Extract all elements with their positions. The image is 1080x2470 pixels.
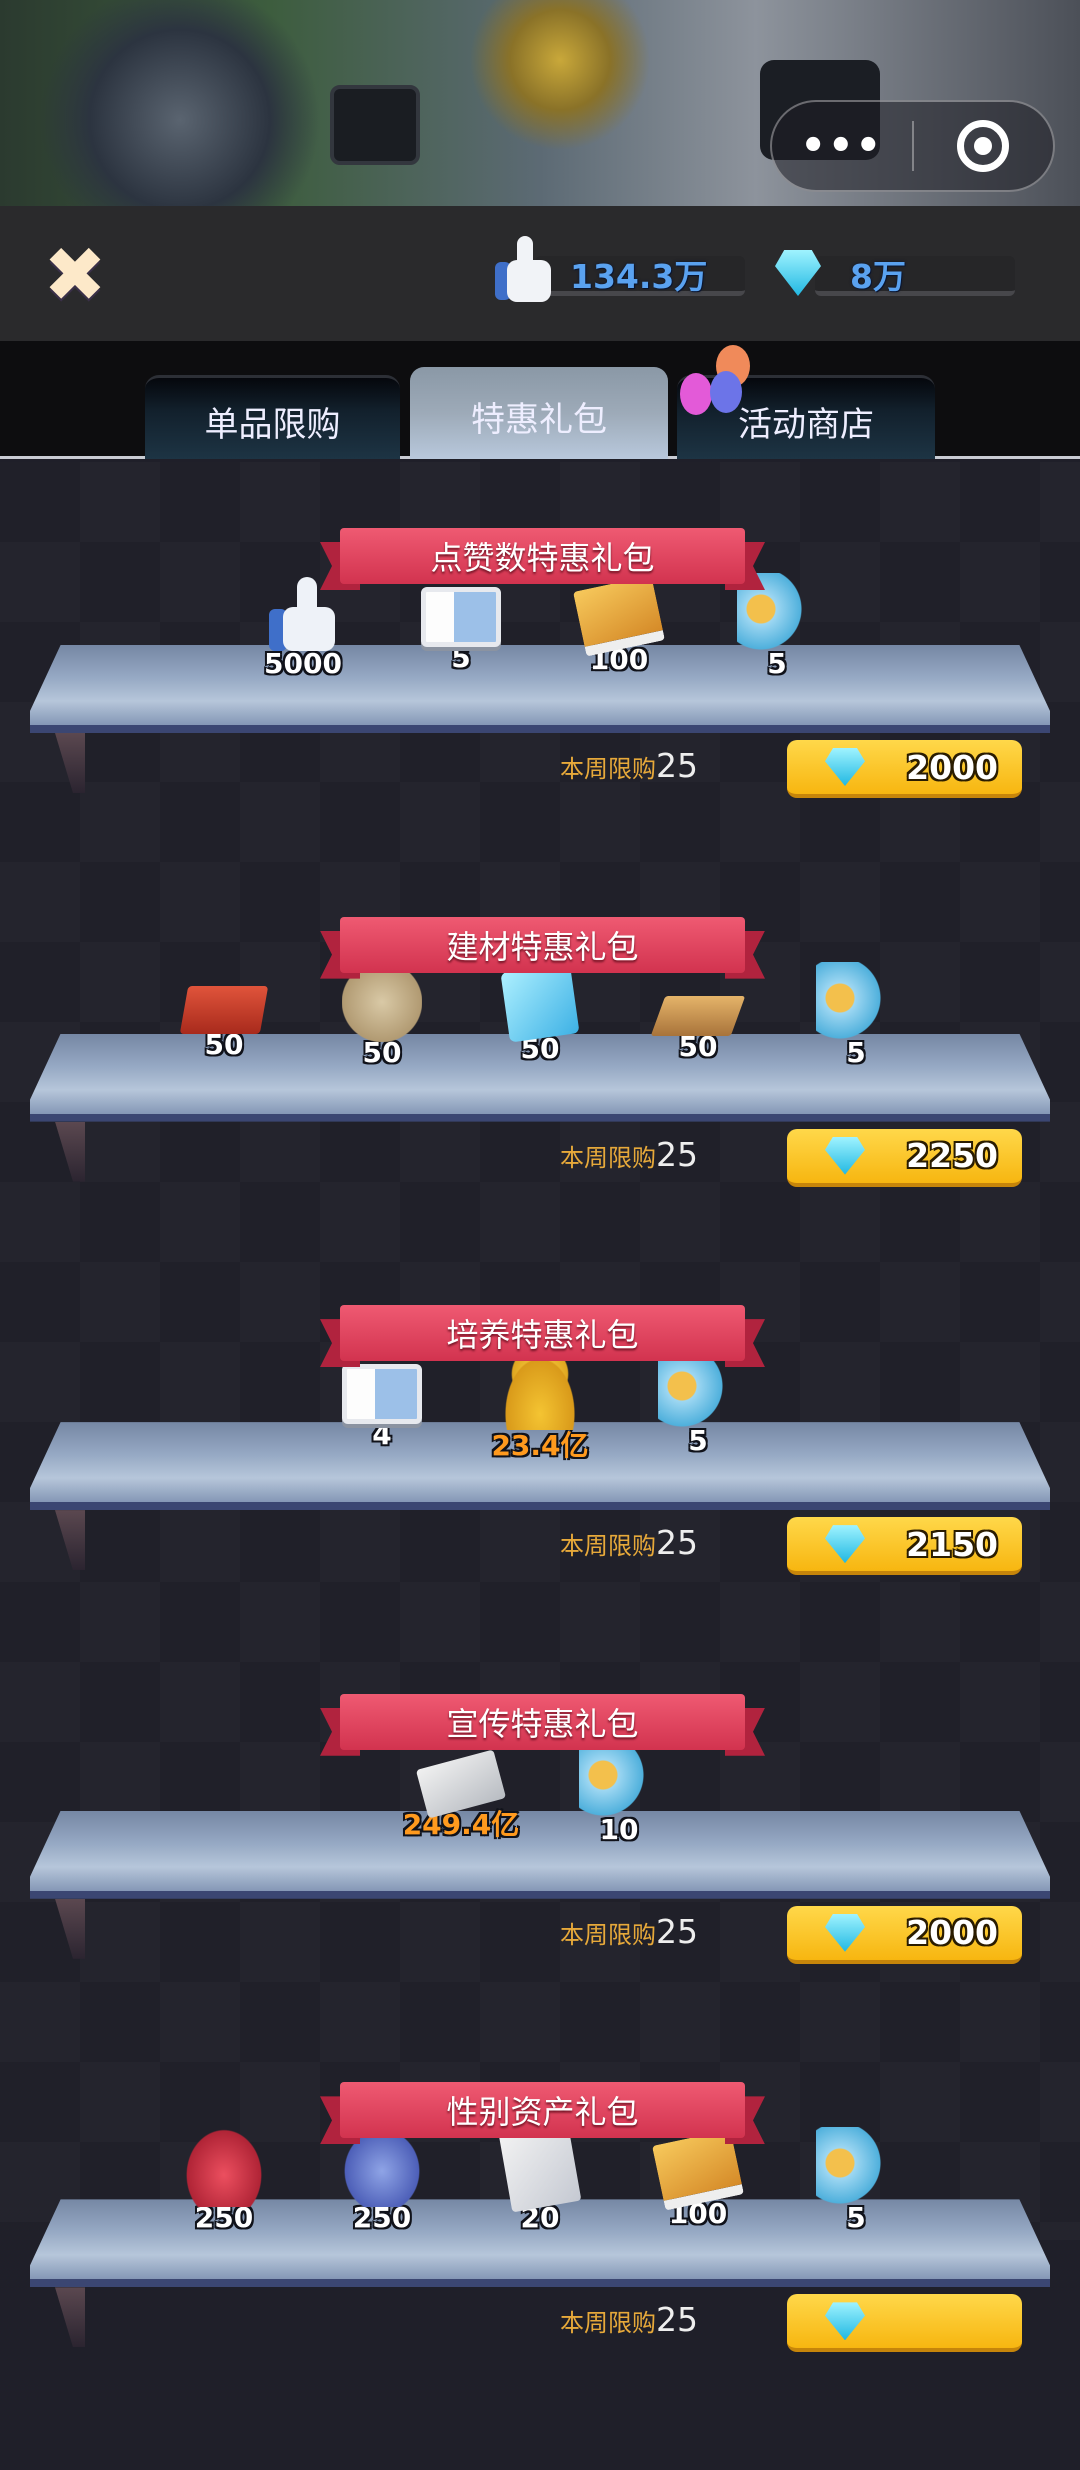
mini-program-capsule: ••• <box>770 100 1055 192</box>
pack-item: 5 <box>777 961 935 1082</box>
pack-item: 50 <box>461 962 619 1082</box>
shelf-leg <box>55 1898 85 1959</box>
buy-button[interactable]: 2150 <box>787 1517 1022 1576</box>
buy-button[interactable]: 2000 <box>787 1905 1022 1964</box>
pack-title: 点赞数特惠礼包 <box>340 528 745 584</box>
pack-title-ribbon: 点赞数特惠礼包 <box>320 528 765 590</box>
buy-button[interactable] <box>787 2294 1022 2353</box>
weekly-limit: 本周限购 25 <box>560 1523 698 1562</box>
shelf-leg <box>55 2287 85 2348</box>
pack-items: 5000 5 100 5 <box>0 573 1080 693</box>
pack-card: 培养特惠礼包 4 23.4亿 5 本周限购 25 2150 <box>0 1305 1080 1693</box>
thumbs-up-icon <box>495 236 557 302</box>
diamond-icon <box>825 2302 865 2341</box>
pack-item: 249.4亿 <box>382 1739 540 1859</box>
megaphone-icon <box>816 2127 896 2208</box>
pack-items: 50 50 50 50 5 <box>0 961 1080 1082</box>
weekly-limit: 本周限购 25 <box>560 746 698 785</box>
diamond-icon <box>825 1136 865 1175</box>
pack-item: 100 <box>540 573 698 693</box>
pack-item: 20 <box>461 2121 619 2247</box>
buy-button[interactable]: 2000 <box>787 740 1022 798</box>
shelf-leg <box>55 733 85 793</box>
pack-card: 宣传特惠礼包 249.4亿 10 本周限购 25 2000 <box>0 1693 1080 2082</box>
bricks-icon <box>179 985 269 1034</box>
pack-item: 250 <box>145 2127 303 2247</box>
pack-item: 4 <box>303 1350 461 1470</box>
weekly-limit-label: 本周限购 <box>560 2309 656 2338</box>
pack-item: 5 <box>698 573 856 693</box>
close-button[interactable]: ✖ <box>40 237 110 313</box>
id-card-icon <box>421 587 501 647</box>
diamond-icon <box>825 1525 865 1564</box>
pack-item: 10 <box>540 1738 698 1859</box>
pack-items: 249.4亿 10 <box>0 1738 1080 1859</box>
price-value: 2000 <box>906 1913 998 1953</box>
buy-button[interactable]: 2250 <box>787 1128 1022 1187</box>
pack-card: 性别资产礼包 250 250 20 100 5 本周限购 25 <box>0 2082 1080 2470</box>
pack-item: 5 <box>382 573 540 693</box>
price-value: 2000 <box>906 747 998 787</box>
pack-items: 250 250 20 100 5 <box>0 2121 1080 2247</box>
pack-card: 点赞数特惠礼包 5000 5 100 5 本周限购 25 2000 <box>0 528 1080 916</box>
weekly-limit-value: 25 <box>656 2300 698 2340</box>
tab-bar: 单品限购 特惠礼包 活动商店 <box>0 341 1080 459</box>
likes-value: 134.3万 <box>570 257 708 296</box>
scene-object <box>330 85 420 165</box>
item-quantity: 23.4亿 <box>491 1429 589 1463</box>
id-card-icon <box>342 1364 422 1425</box>
weekly-limit: 本周限购 25 <box>560 2300 698 2339</box>
purse-icon <box>184 2127 264 2208</box>
pack-title: 建材特惠礼包 <box>340 916 745 973</box>
weekly-limit: 本周限购 25 <box>560 1135 698 1174</box>
balloons-icon <box>680 345 760 425</box>
pack-item: 100 <box>619 2127 777 2247</box>
weekly-limit-label: 本周限购 <box>560 1532 656 1561</box>
diamond-icon <box>825 748 865 786</box>
pack-item: 50 <box>619 962 777 1082</box>
weekly-limit-value: 25 <box>656 1911 698 1951</box>
megaphone-icon <box>816 961 896 1042</box>
pack-item: 5000 <box>224 573 382 693</box>
target-icon <box>957 120 1010 172</box>
pack-title-ribbon: 宣传特惠礼包 <box>320 1693 765 1756</box>
pack-list[interactable]: 点赞数特惠礼包 5000 5 100 5 本周限购 25 2000 建材特惠礼包 <box>0 462 1080 2353</box>
pack-item: 5 <box>777 2127 935 2247</box>
pack-title-ribbon: 培养特惠礼包 <box>320 1305 765 1368</box>
weekly-limit-label: 本周限购 <box>560 1920 656 1949</box>
weekly-limit-value: 25 <box>656 1134 698 1174</box>
price-value: 2250 <box>906 1136 998 1176</box>
tab-single-item[interactable]: 单品限购 <box>145 375 400 459</box>
pack-title-ribbon: 建材特惠礼包 <box>320 916 765 979</box>
pack-item: 50 <box>145 962 303 1082</box>
shelf-leg <box>55 1121 85 1182</box>
pack-item: 50 <box>303 961 461 1082</box>
weekly-limit: 本周限购 25 <box>560 1912 698 1951</box>
more-menu-button[interactable]: ••• <box>772 126 912 166</box>
diamonds-counter: 8万 <box>775 248 1015 300</box>
weekly-limit-label: 本周限购 <box>560 1143 656 1172</box>
pack-item: 250 <box>303 2127 461 2247</box>
wood-planks-icon <box>650 995 746 1036</box>
pack-item: 5 <box>619 1350 777 1470</box>
diamond-icon <box>825 1913 865 1952</box>
pack-title: 性别资产礼包 <box>340 2082 745 2139</box>
likes-counter: 134.3万 <box>495 236 745 302</box>
shelf-leg <box>55 1510 85 1571</box>
pack-title-ribbon: 性别资产礼包 <box>320 2082 765 2145</box>
weekly-limit-value: 25 <box>656 1523 698 1563</box>
pack-item: 23.4亿 <box>461 1350 619 1470</box>
tab-special-packs[interactable]: 特惠礼包 <box>410 367 668 459</box>
pack-title: 宣传特惠礼包 <box>340 1693 745 1750</box>
diamonds-value: 8万 <box>850 257 906 296</box>
pack-title: 培养特惠礼包 <box>340 1305 745 1362</box>
weekly-limit-label: 本周限购 <box>560 755 656 783</box>
weekly-limit-value: 25 <box>656 746 698 785</box>
pack-card: 建材特惠礼包 50 50 50 50 5 本周限购 25 2250 <box>0 916 1080 1305</box>
pack-items: 4 23.4亿 5 <box>0 1350 1080 1470</box>
close-program-button[interactable] <box>914 120 1054 172</box>
price-value: 2150 <box>906 1524 998 1564</box>
